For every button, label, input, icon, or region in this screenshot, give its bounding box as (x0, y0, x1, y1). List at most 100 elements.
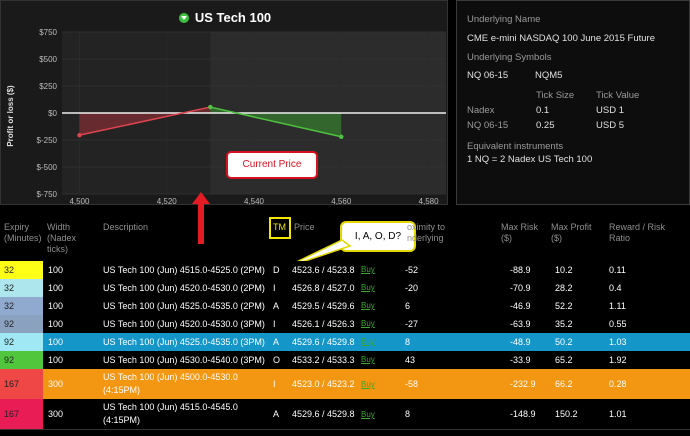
price-cell: 4526.8 / 4527.0 (292, 283, 355, 293)
buy-link[interactable]: Buy (361, 315, 375, 333)
payoff-chart-panel: US Tech 100 $750 $500 $250 $0 $-250 $-500 $-75… (0, 0, 448, 206)
table-row[interactable]: 92 100 US Tech 100 (Jun) 4520.0-4530.0 (3P… (0, 315, 690, 334)
width-cell: 100 (48, 319, 64, 329)
header-tm[interactable]: TM (273, 222, 286, 233)
proximity-cell: 8 (405, 337, 411, 347)
width-cell: 300 (48, 379, 64, 389)
tick-size-header: Tick Size (536, 90, 575, 101)
underlying-name-label: Underlying Name (467, 14, 541, 25)
price-cell: 4523.0 / 4523.2 (292, 379, 355, 389)
width-cell: 300 (48, 409, 64, 419)
table-row[interactable]: 92 100 US Tech 100 (Jun) 4525.0-4535.0 (3P… (0, 333, 690, 352)
proximity-cell: 8 (405, 409, 411, 419)
expiry-cell: 92 (0, 351, 43, 369)
y-tick-label: $-500 (37, 163, 58, 172)
reward-risk-cell: 1.92 (609, 355, 627, 365)
price-cell: 4533.2 / 4533.3 (292, 355, 355, 365)
max-profit-cell: 52.2 (555, 301, 573, 311)
header-expiry[interactable]: Expiry (Minutes) (4, 222, 42, 244)
y-axis-label: Profit or loss ($) (6, 85, 15, 147)
y-tick-label: $0 (48, 109, 57, 118)
description-cell: US Tech 100 (Jun) 4530.0-4540.0 (3PM) (103, 355, 265, 365)
width-cell: 100 (48, 355, 64, 365)
expiry-cell: 92 (0, 315, 43, 333)
description-cell: US Tech 100 (Jun) 4500.0-4530.0 (103, 372, 238, 382)
max-risk-cell: -88.9 (510, 265, 531, 275)
price-cell: 4523.6 / 4523.8 (292, 265, 355, 275)
expiry-cell: 92 (0, 333, 43, 351)
proximity-cell: -58 (405, 379, 419, 389)
x-tick-label: 4,560 (331, 197, 352, 206)
max-risk-cell: -148.9 (510, 409, 536, 419)
max-risk-cell: -63.9 (510, 319, 531, 329)
description-cell-time: (4:15PM) (103, 385, 141, 395)
buy-link[interactable]: Buy (361, 333, 375, 351)
header-max-risk[interactable]: Max Risk ($) (501, 222, 538, 244)
contracts-table: Expiry (Minutes) Width (Nadex ticks) Des… (0, 218, 690, 436)
y-tick-label: $250 (39, 82, 57, 91)
tick-row-1-name: Nadex (467, 105, 495, 116)
x-tick-label: 4,540 (244, 197, 265, 206)
y-tick-label: $-250 (37, 136, 58, 145)
tm-cell: I (273, 283, 276, 293)
buy-link[interactable]: Buy (361, 351, 375, 369)
expiry-cell: 167 (0, 399, 43, 429)
tm-cell: A (273, 337, 280, 347)
reward-risk-cell: 0.28 (609, 379, 627, 389)
header-description[interactable]: Description (103, 222, 148, 233)
table-row[interactable]: 32 100 US Tech 100 (Jun) 4515.0-4525.0 (2P… (0, 261, 690, 280)
description-cell: US Tech 100 (Jun) 4520.0-4530.0 (2PM) (103, 283, 265, 293)
max-profit-cell: 28.2 (555, 283, 573, 293)
proximity-cell: 43 (405, 355, 416, 365)
header-width[interactable]: Width (Nadex ticks) (47, 222, 76, 255)
header-max-profit[interactable]: Max Profit ($) (551, 222, 592, 244)
table-row[interactable]: 32 100 US Tech 100 (Jun) 4525.0-4535.0 (2P… (0, 297, 690, 316)
description-cell: US Tech 100 (Jun) 4520.0-4530.0 (3PM) (103, 319, 265, 329)
symbol-1: NQ 06-15 (467, 70, 509, 81)
expiry-cell: 32 (0, 261, 43, 279)
buy-link[interactable]: Buy (361, 297, 375, 315)
table-row[interactable]: 32 100 US Tech 100 (Jun) 4520.0-4530.0 (2P… (0, 279, 690, 298)
header-price[interactable]: Price (294, 222, 315, 233)
description-cell-time: (4:15PM) (103, 415, 141, 425)
max-profit-cell: 10.2 (555, 265, 573, 275)
max-risk-cell: -70.9 (510, 283, 531, 293)
price-cell: 4529.6 / 4529.8 (292, 337, 355, 347)
price-cell: 4529.6 / 4529.8 (292, 409, 355, 419)
buy-link[interactable]: Buy (361, 279, 375, 297)
equivalent-value: 1 NQ = 2 Nadex US Tech 100 (467, 154, 593, 165)
header-reward-risk[interactable]: Reward / Risk Ratio (609, 222, 665, 244)
description-cell: US Tech 100 (Jun) 4525.0-4535.0 (2PM) (103, 301, 265, 311)
buy-link[interactable]: Buy (361, 378, 375, 391)
symbol-2: NQM5 (535, 70, 563, 81)
tm-cell: D (273, 265, 280, 275)
expiry-cell: 32 (0, 279, 43, 297)
proximity-cell: 6 (405, 301, 411, 311)
buy-link[interactable]: Buy (361, 261, 375, 279)
table-row[interactable]: 167 300 US Tech 100 (Jun) 4515.0-4545.0 (4:… (0, 399, 690, 430)
tm-cell: I (273, 319, 276, 329)
data-point (77, 132, 82, 138)
underlying-name: CME e-mini NASDAQ 100 June 2015 Future (467, 33, 655, 44)
max-risk-cell: -48.9 (510, 337, 531, 347)
reward-risk-cell: 0.4 (609, 283, 622, 293)
underlying-symbols-label: Underlying Symbols (467, 52, 552, 63)
tick-row-2-name: NQ 06-15 (467, 120, 509, 131)
x-tick-label: 4,580 (419, 197, 440, 206)
tm-cell: I (273, 379, 276, 389)
width-cell: 100 (48, 337, 64, 347)
table-row[interactable]: 167 300 US Tech 100 (Jun) 4500.0-4530.0 (4:… (0, 369, 690, 400)
price-cell: 4526.1 / 4526.3 (292, 319, 355, 329)
description-cell: US Tech 100 (Jun) 4515.0-4545.0 (103, 402, 238, 412)
y-tick-label: $-750 (37, 190, 58, 199)
proximity-cell: -20 (405, 283, 419, 293)
description-cell: US Tech 100 (Jun) 4525.0-4535.0 (3PM) (103, 337, 265, 347)
tm-cell: O (273, 355, 281, 365)
tm-cell: A (273, 409, 280, 419)
tm-cell: A (273, 301, 280, 311)
buy-link[interactable]: Buy (361, 408, 375, 421)
table-row[interactable]: 92 100 US Tech 100 (Jun) 4530.0-4540.0 (3P… (0, 351, 690, 370)
header-proximity[interactable]: oximity to nderlying (407, 222, 445, 244)
max-risk-cell: -232.9 (510, 379, 536, 389)
data-point (208, 104, 213, 110)
